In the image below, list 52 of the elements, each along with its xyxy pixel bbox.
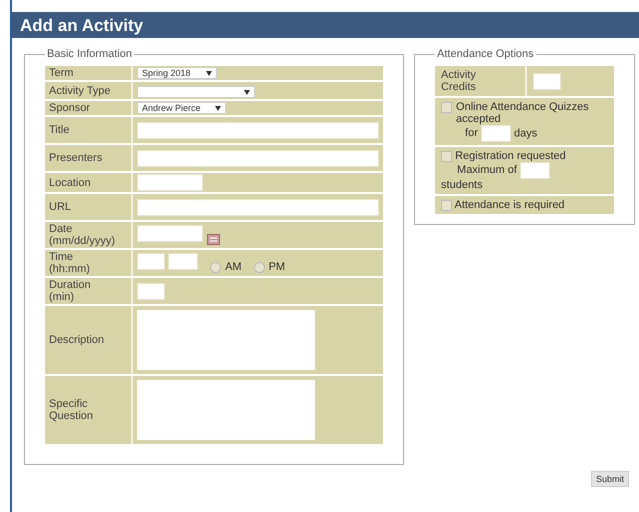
- dropdown-value: Spring 2018: [142, 68, 191, 78]
- field-label: Title: [45, 117, 133, 143]
- hour-field[interactable]: [137, 253, 165, 270]
- option-label: Registration requested: [455, 150, 566, 162]
- input-field[interactable]: [137, 122, 379, 138]
- option-text: for: [465, 127, 478, 140]
- minute-field[interactable]: [168, 253, 198, 270]
- option-text: Maximum of: [457, 164, 517, 176]
- credits-field[interactable]: [533, 72, 562, 90]
- field-label: Specific Question: [45, 376, 133, 444]
- field-label: Duration (min): [45, 278, 133, 304]
- section-legend: Basic Information: [45, 48, 134, 60]
- field-label: Term: [45, 66, 133, 80]
- calendar-icon[interactable]: [207, 234, 220, 245]
- section-legend: Attendance Options: [435, 48, 536, 60]
- field-label: Sponsor: [45, 101, 133, 115]
- radio-label: AM: [225, 261, 242, 273]
- maximum-field[interactable]: [520, 162, 550, 179]
- field-label: Date (mm/dd/yyyy): [45, 222, 133, 248]
- input-field[interactable]: [137, 150, 379, 166]
- submit-button[interactable]: Submit: [590, 471, 629, 487]
- text-area[interactable]: [137, 380, 315, 440]
- field-label: Activity Credits: [435, 66, 528, 96]
- field-label: Time (hh:mm): [45, 250, 133, 276]
- checkbox[interactable]: [441, 150, 452, 162]
- text-area[interactable]: [137, 310, 315, 370]
- input-field[interactable]: [137, 174, 203, 191]
- dropdown[interactable]: [137, 86, 255, 98]
- dropdown[interactable]: Andrew Pierce: [137, 102, 226, 114]
- option-text: students: [441, 179, 483, 191]
- date-field[interactable]: [137, 225, 203, 242]
- field-label: URL: [45, 194, 133, 220]
- radio-label: PM: [268, 261, 286, 273]
- field-label: Presenters: [45, 145, 133, 171]
- page-title: Add an Activity: [12, 12, 639, 38]
- checkbox[interactable]: [441, 102, 452, 113]
- field-label: Activity Type: [45, 82, 133, 99]
- caret-icon: [206, 70, 212, 76]
- option-text: days: [514, 127, 538, 140]
- duration-field[interactable]: [137, 282, 165, 300]
- field-label: Description: [45, 306, 133, 374]
- option-label: Attendance is required: [454, 199, 565, 211]
- field-label: Location: [45, 173, 133, 192]
- dropdown[interactable]: Spring 2018: [137, 67, 217, 79]
- dropdown-value: Andrew Pierce: [142, 103, 201, 113]
- days-field[interactable]: [480, 125, 511, 142]
- input-field[interactable]: [137, 198, 379, 216]
- radio-button[interactable]: [254, 262, 265, 273]
- checkbox[interactable]: [441, 200, 452, 211]
- caret-icon: [244, 90, 250, 94]
- caret-icon: [214, 106, 221, 110]
- radio-button[interactable]: [210, 262, 222, 273]
